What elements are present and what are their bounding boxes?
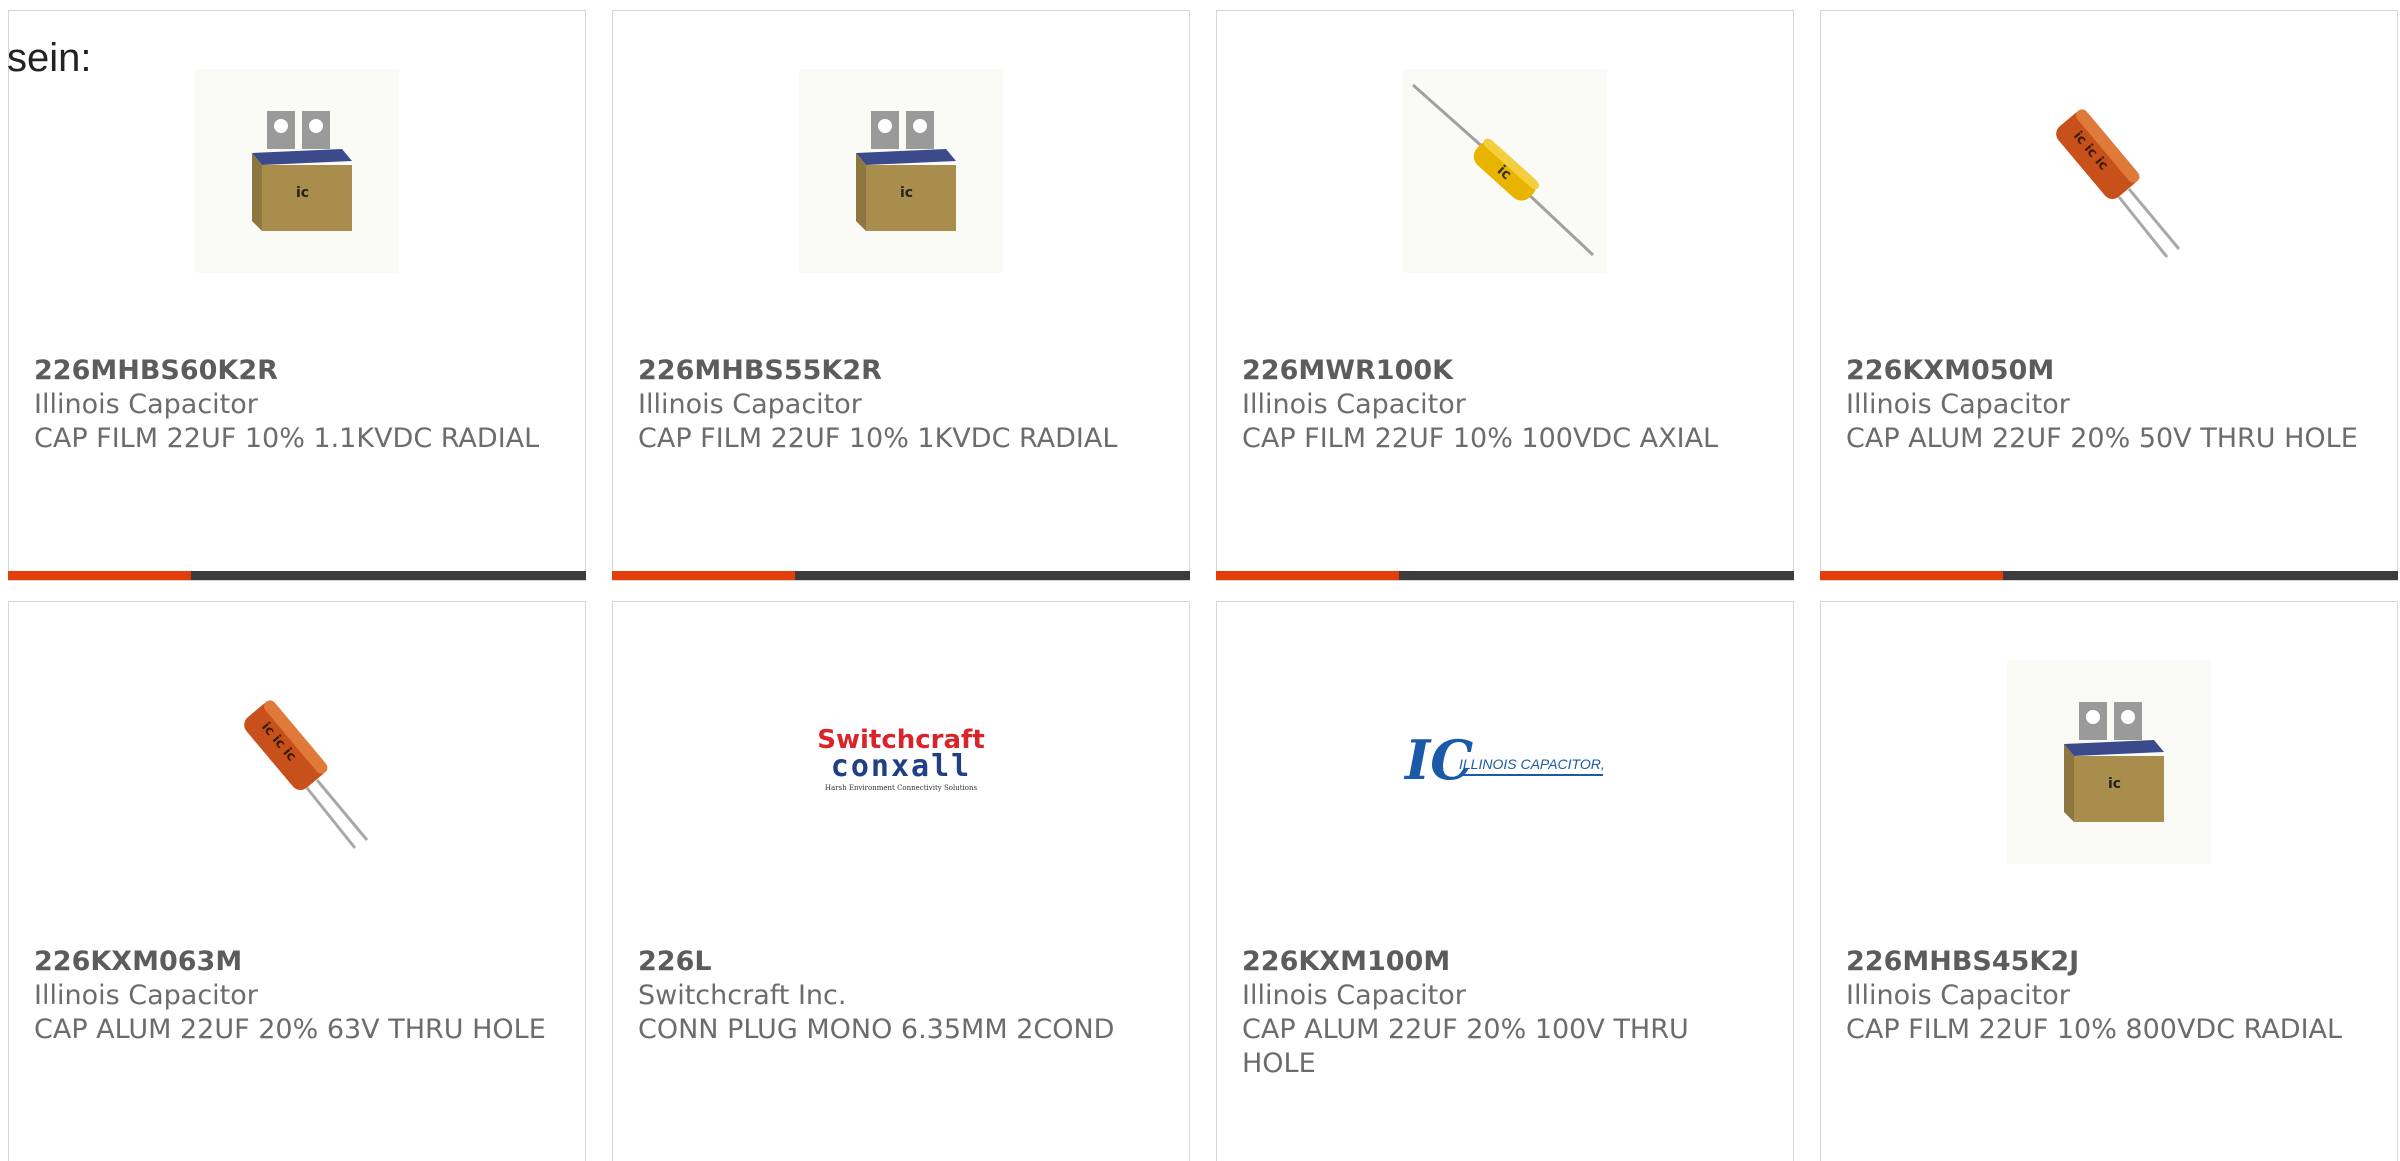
card-accent-bar [1820, 571, 2003, 580]
manufacturer-name: Illinois Capacitor [1242, 980, 1466, 1011]
product-description: CAP FILM 22UF 10% 100VDC AXIAL [1242, 423, 1719, 454]
box-film-capacitor-icon: ic [2064, 702, 2164, 822]
product-description: CAP FILM 22UF 10% 800VDC RADIAL [1846, 1014, 2343, 1045]
svg-text:ic: ic [296, 185, 309, 201]
manufacturer-name: Illinois Capacitor [1242, 389, 1466, 420]
product-description: CONN PLUG MONO 6.35MM 2COND [638, 1014, 1115, 1045]
product-image[interactable]: ic [2007, 660, 2211, 864]
product-description: CAP FILM 22UF 10% 1KVDC RADIAL [638, 423, 1118, 454]
product-description: CAP FILM 22UF 10% 1.1KVDC RADIAL [34, 423, 540, 454]
part-number-link[interactable]: 226MHBS60K2R [34, 354, 560, 388]
box-film-capacitor-icon: ic [252, 111, 352, 231]
part-number-link[interactable]: 226L [638, 945, 1164, 979]
part-number-link[interactable]: 226MWR100K [1242, 354, 1768, 388]
product-description: CAP ALUM 22UF 20% 50V THRU HOLE [1846, 423, 2358, 454]
product-image[interactable]: ic ic ic [2007, 69, 2211, 273]
manufacturer-name: Switchcraft Inc. [638, 980, 847, 1011]
product-card[interactable]: ic ic ic 226KXM063M Illinois Capacitor C… [8, 601, 586, 1161]
product-image[interactable]: ic [799, 69, 1003, 273]
product-image[interactable]: ic [195, 69, 399, 273]
manufacturer-name: Illinois Capacitor [34, 389, 258, 420]
electrolytic-capacitor-icon: ic ic ic [244, 700, 369, 849]
part-number-link[interactable]: 226MHBS55K2R [638, 354, 1164, 388]
box-film-capacitor-icon: ic [856, 111, 956, 231]
svg-text:ic: ic [2108, 776, 2121, 792]
manufacturer-name: Illinois Capacitor [34, 980, 258, 1011]
product-card[interactable]: Switchcraft conxall Harsh Environment Co… [612, 601, 1190, 1161]
electrolytic-capacitor-icon: ic ic ic [2056, 109, 2181, 258]
card-bottom-bar [1820, 571, 2398, 580]
product-card[interactable]: ic ic ic 226KXM050M Illinois Capacitor C… [1820, 10, 2398, 581]
svg-text:Harsh Environment Connectivity: Harsh Environment Connectivity Solutions [825, 784, 978, 792]
part-number-link[interactable]: 226KXM050M [1846, 354, 2372, 388]
product-card[interactable]: IC ILLINOIS CAPACITOR, INC. 226KXM100M I… [1216, 601, 1794, 1161]
axial-capacitor-icon: ic [1412, 83, 1595, 257]
product-description: CAP ALUM 22UF 20% 63V THRU HOLE [34, 1014, 546, 1045]
part-number-link[interactable]: 226KXM063M [34, 945, 560, 979]
manufacturer-name: Illinois Capacitor [1846, 389, 2070, 420]
product-image[interactable]: IC ILLINOIS CAPACITOR, INC. [1403, 660, 1607, 864]
product-card[interactable]: ic 226MWR100K Illinois Capacitor CAP FIL… [1216, 10, 1794, 581]
svg-text:ILLINOIS CAPACITOR, INC.: ILLINOIS CAPACITOR, INC. [1459, 756, 1607, 772]
card-accent-bar [612, 571, 795, 580]
part-number-link[interactable]: 226MHBS45K2J [1846, 945, 2372, 979]
svg-text:conxall: conxall [831, 749, 971, 784]
card-bottom-bar [1216, 571, 1794, 580]
product-image[interactable]: ic [1403, 69, 1607, 273]
product-image[interactable]: ic ic ic [195, 660, 399, 864]
card-accent-bar [1216, 571, 1399, 580]
manufacturer-name: Illinois Capacitor [1846, 980, 2070, 1011]
svg-text:ic: ic [900, 185, 913, 201]
part-number-link[interactable]: 226KXM100M [1242, 945, 1768, 979]
heading-fragment: sein: [7, 36, 92, 80]
manufacturer-name: Illinois Capacitor [638, 389, 862, 420]
product-card[interactable]: ic 226MHBS60K2R Illinois Capacitor CAP F… [8, 10, 586, 581]
product-card[interactable]: ic 226MHBS55K2R Illinois Capacitor CAP F… [612, 10, 1190, 581]
card-bottom-bar [612, 571, 1190, 580]
switchcraft-conxall-logo-icon: Switchcraft conxall Harsh Environment Co… [817, 725, 985, 792]
product-image[interactable]: Switchcraft conxall Harsh Environment Co… [799, 660, 1003, 864]
product-card[interactable]: ic 226MHBS45K2J Illinois Capacitor CAP F… [1820, 601, 2398, 1161]
card-bottom-bar [8, 571, 586, 580]
card-accent-bar [8, 571, 191, 580]
illinois-capacitor-logo-icon: IC ILLINOIS CAPACITOR, INC. [1403, 728, 1607, 792]
product-description: CAP ALUM 22UF 20% 100V THRU HOLE [1242, 1014, 1689, 1079]
